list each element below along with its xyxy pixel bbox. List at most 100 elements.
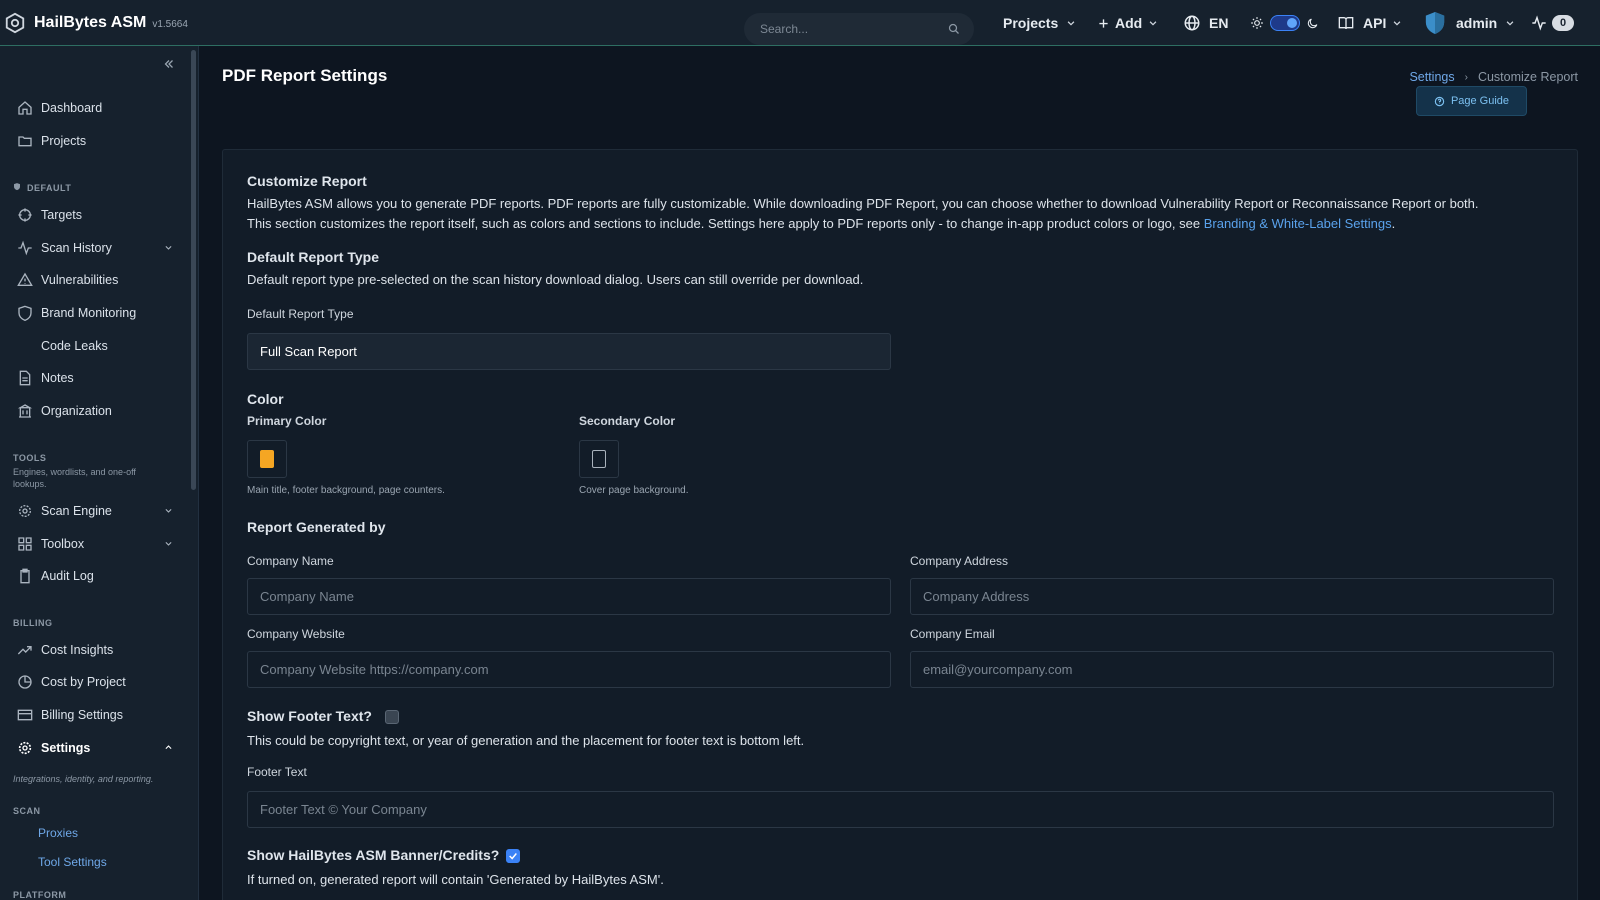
- company-name-field[interactable]: [247, 578, 891, 615]
- folder-icon: [18, 136, 32, 147]
- default-report-type-label: Default Report Type: [247, 307, 354, 321]
- checkmark-icon: [509, 853, 517, 860]
- user-label: admin: [1456, 15, 1498, 31]
- sidebar-item-projects[interactable]: Projects: [0, 126, 190, 156]
- sidebar-item-label: Cost by Project: [41, 675, 126, 689]
- user-menu[interactable]: admin: [1424, 0, 1515, 46]
- report-generated-by-heading: Report Generated by: [247, 519, 386, 535]
- sidebar-item-label: Notes: [41, 371, 74, 385]
- sidebar-item-code-leaks[interactable]: Code Leaks: [0, 331, 190, 361]
- chevron-down-icon: [1393, 21, 1401, 26]
- branding-settings-link[interactable]: Branding & White-Label Settings: [1204, 216, 1392, 231]
- section-default: DEFAULT: [27, 183, 72, 193]
- sidebar-item-audit-log[interactable]: Audit Log: [0, 561, 190, 591]
- default-report-type-description: Default report type pre-selected on the …: [247, 272, 864, 287]
- sidebar-subitem-proxies[interactable]: Proxies: [38, 826, 78, 840]
- language-menu[interactable]: EN: [1183, 0, 1228, 46]
- show-banner-credits-checkbox[interactable]: [506, 849, 520, 863]
- section-platform: PLATFORM: [13, 890, 67, 900]
- crosshair-icon: [18, 208, 32, 222]
- company-address-input[interactable]: [923, 589, 1541, 604]
- secondary-color-picker[interactable]: [579, 440, 619, 478]
- sidebar-item-dashboard[interactable]: Dashboard: [0, 93, 190, 123]
- activity-notifications[interactable]: 0: [1530, 0, 1575, 46]
- gear-icon: [19, 505, 31, 517]
- company-address-field[interactable]: [910, 578, 1554, 615]
- top-bar: HailBytes ASM v1.5664 Projects Add EN: [0, 0, 1600, 46]
- footer-text-input[interactable]: [260, 802, 1541, 817]
- color-heading: Color: [247, 391, 284, 407]
- sidebar-item-label: Code Leaks: [41, 339, 108, 353]
- company-email-field[interactable]: [910, 651, 1554, 688]
- sun-icon: [1251, 17, 1263, 29]
- search-input[interactable]: [760, 22, 930, 36]
- banner-credits-description: If turned on, generated report will cont…: [247, 872, 664, 887]
- notifications-count: 0: [1552, 15, 1575, 31]
- primary-color-picker[interactable]: [247, 440, 287, 478]
- chevron-right-icon: ›: [1464, 71, 1468, 83]
- sidebar-subitem-tool-settings[interactable]: Tool Settings: [38, 855, 107, 869]
- sidebar-item-organization[interactable]: Organization: [0, 396, 190, 426]
- report-settings-card: Customize Report HailBytes ASM allows yo…: [222, 149, 1578, 900]
- theme-toggle[interactable]: [1250, 0, 1319, 46]
- sidebar-item-targets[interactable]: Targets: [0, 200, 190, 230]
- shield-avatar-icon: [1425, 12, 1445, 34]
- brand[interactable]: HailBytes ASM v1.5664: [0, 0, 188, 46]
- sidebar-item-scan-engine[interactable]: Scan Engine: [0, 496, 190, 526]
- projects-menu[interactable]: Projects: [1003, 0, 1076, 46]
- company-name-input[interactable]: [260, 589, 878, 604]
- home-icon: [18, 101, 32, 115]
- gear-icon: [18, 741, 32, 755]
- breadcrumb: Settings › Customize Report: [1409, 70, 1578, 84]
- breadcrumb-settings-link[interactable]: Settings: [1409, 70, 1454, 84]
- chevron-down-icon: [1506, 21, 1514, 26]
- company-email-input[interactable]: [923, 662, 1541, 677]
- moon-icon: [1307, 18, 1318, 28]
- company-website-input[interactable]: [260, 662, 878, 677]
- chevron-down-icon: [165, 245, 172, 250]
- sidebar-item-brand-monitoring[interactable]: Brand Monitoring: [0, 298, 190, 328]
- add-menu-label: Add: [1115, 15, 1143, 31]
- page-guide-label: Page Guide: [1450, 95, 1510, 107]
- sidebar-item-billing-settings[interactable]: Billing Settings: [0, 700, 190, 730]
- sidebar-item-label: Projects: [41, 134, 87, 148]
- theme-switch[interactable]: [1270, 15, 1300, 31]
- company-website-field[interactable]: [247, 651, 891, 688]
- customize-report-description: HailBytes ASM allows you to generate PDF…: [247, 194, 1567, 234]
- document-icon: [19, 370, 31, 386]
- building-icon: [17, 404, 33, 418]
- customize-desc-end: .: [1391, 216, 1396, 231]
- chevron-down-icon: [165, 508, 172, 513]
- primary-color-label: Primary Color: [247, 414, 327, 428]
- add-menu[interactable]: Add: [1098, 0, 1158, 46]
- primary-color-hint: Main title, footer background, page coun…: [247, 485, 445, 496]
- customize-desc-line1: HailBytes ASM allows you to generate PDF…: [247, 196, 1479, 211]
- sidebar-item-cost-by-project[interactable]: Cost by Project: [0, 667, 190, 697]
- search-icon: [948, 23, 959, 34]
- help-circle-icon: [1434, 96, 1445, 106]
- sidebar-scrollbar[interactable]: [191, 50, 196, 490]
- page-guide-button[interactable]: Page Guide: [1416, 86, 1527, 116]
- sidebar-item-label: Brand Monitoring: [41, 306, 137, 320]
- activity-icon: [1532, 15, 1546, 31]
- sidebar-item-notes[interactable]: Notes: [0, 363, 190, 393]
- sidebar-item-label: Billing Settings: [41, 708, 123, 722]
- company-email-label: Company Email: [910, 627, 995, 641]
- search-box[interactable]: [744, 13, 974, 45]
- sidebar-item-cost-insights[interactable]: Cost Insights: [0, 635, 190, 665]
- api-menu[interactable]: API: [1337, 0, 1402, 46]
- default-report-type-select[interactable]: Full Scan Report: [247, 333, 891, 370]
- sidebar-item-scan-history[interactable]: Scan History: [0, 233, 190, 263]
- tools-note: Engines, wordlists, and one-off lookups.: [13, 467, 136, 489]
- secondary-color-hint: Cover page background.: [579, 485, 689, 496]
- sidebar-item-toolbox[interactable]: Toolbox: [0, 529, 190, 559]
- sidebar-item-settings[interactable]: Settings: [0, 733, 190, 763]
- warning-icon: [17, 272, 33, 286]
- show-footer-text-checkbox[interactable]: [385, 710, 399, 724]
- default-report-type-value: Full Scan Report: [260, 344, 357, 359]
- collapse-sidebar-icon[interactable]: [163, 58, 175, 70]
- language-label: EN: [1209, 15, 1229, 31]
- footer-text-field[interactable]: [247, 791, 1554, 828]
- sidebar-item-vulnerabilities[interactable]: Vulnerabilities: [0, 265, 190, 295]
- sidebar-item-label: Organization: [41, 404, 112, 418]
